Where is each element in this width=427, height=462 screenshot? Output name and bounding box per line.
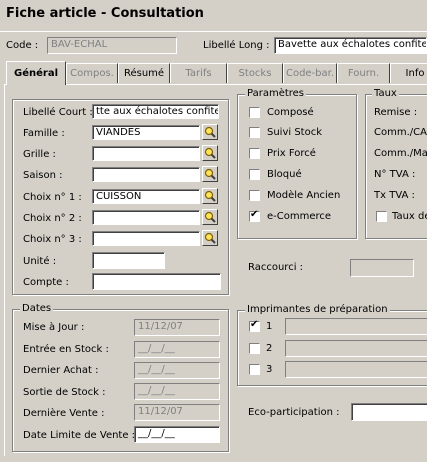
suivi-stock-checkbox[interactable]	[249, 127, 260, 138]
raccourci-label: Raccourci :	[248, 262, 304, 273]
eco-participation-label: Eco-participation :	[248, 407, 340, 418]
code-label: Code :	[6, 40, 39, 51]
imprimante-3-number: 3	[266, 364, 273, 375]
entree-stock-field[interactable]: __/__/__	[134, 341, 220, 358]
eco-participation-field[interactable]	[351, 403, 427, 421]
code-field[interactable]: BAV-ECHAL	[47, 37, 177, 54]
dernier-achat-field[interactable]: __/__/__	[134, 362, 220, 379]
tab-general[interactable]: Général	[6, 61, 66, 85]
choix3-label: Choix n° 3 :	[23, 234, 82, 245]
choix2-field[interactable]	[92, 210, 200, 225]
parametres-group-title: Paramètres	[245, 88, 307, 99]
entree-stock-label: Entrée en Stock :	[23, 344, 109, 355]
date-limite-field[interactable]: __/__/__	[134, 426, 220, 443]
choix2-label: Choix n° 2 :	[23, 213, 82, 224]
famille-label: Famille :	[23, 128, 65, 139]
imprimantes-group-title: Imprimantes de préparation	[245, 304, 390, 315]
tab-info[interactable]: Info	[390, 63, 427, 83]
unite-field[interactable]	[92, 252, 165, 269]
famille-field[interactable]: VIANDES	[92, 125, 200, 140]
derniere-vente-field[interactable]: 11/12/07	[134, 404, 220, 421]
bloque-checkbox[interactable]	[249, 169, 260, 180]
choix1-label: Choix n° 1 :	[23, 192, 82, 203]
saison-search-button[interactable]	[202, 166, 218, 182]
window-title: Fiche article - Consultation	[6, 6, 204, 21]
tab-strip: Général Compos. Résumé Tarifs Stocks Cod…	[0, 61, 427, 85]
derniere-vente-label: Dernière Vente :	[23, 408, 105, 419]
checkmark-icon: ✔	[250, 209, 259, 220]
imprimante-1-number: 1	[266, 321, 273, 332]
sortie-stock-field[interactable]: __/__/__	[134, 383, 220, 400]
dates-group-title: Dates	[20, 303, 54, 314]
libelle-court-label: Libellé Court :	[23, 107, 93, 118]
libelle-long-field[interactable]: Bavette aux échalotes confites	[274, 37, 427, 54]
famille-search-button[interactable]	[202, 124, 218, 140]
libelle-court-field[interactable]: tte aux échalotes confites	[92, 104, 219, 119]
tab-tarifs[interactable]: Tarifs	[170, 63, 227, 83]
choix1-field[interactable]: CUISSON	[92, 189, 200, 204]
modele-ancien-checkbox[interactable]	[249, 190, 260, 201]
taux-group-title: Taux	[372, 88, 399, 99]
grille-field[interactable]	[92, 146, 200, 161]
compte-label: Compte :	[23, 277, 69, 288]
choix3-search-button[interactable]	[202, 230, 218, 246]
search-icon	[204, 190, 216, 202]
imprimante-2-field[interactable]	[285, 340, 427, 357]
imprimante-1-checkbox[interactable]: ✔	[249, 319, 260, 332]
saison-field[interactable]	[92, 167, 200, 182]
search-icon	[204, 147, 216, 159]
taux-de-checkbox[interactable]	[376, 211, 387, 222]
tab-compos[interactable]: Compos.	[66, 63, 118, 83]
imprimante-3-checkbox[interactable]	[249, 364, 260, 375]
tab-stocks[interactable]: Stocks	[227, 63, 283, 83]
suivi-stock-label: Suivi Stock	[267, 127, 323, 138]
compose-label: Composé	[267, 107, 314, 118]
modele-ancien-label: Modèle Ancien	[267, 190, 341, 201]
search-icon	[204, 168, 216, 180]
tab-fourn[interactable]: Fourn.	[337, 63, 390, 83]
libelle-long-label: Libellé Long :	[203, 40, 270, 51]
search-icon	[204, 211, 216, 223]
e-commerce-checkbox[interactable]: ✔	[249, 209, 260, 222]
date-limite-label: Date Limite de Vente :	[23, 430, 136, 441]
title-bar: Fiche article - Consultation	[0, 0, 427, 32]
remise-label: Remise :	[374, 107, 418, 118]
saison-label: Saison :	[23, 170, 63, 181]
search-icon	[204, 232, 216, 244]
compte-field[interactable]	[92, 273, 221, 290]
checkmark-icon: ✔	[250, 319, 259, 330]
prix-force-checkbox[interactable]	[249, 148, 260, 159]
grille-label: Grille :	[23, 149, 56, 160]
imprimante-2-number: 2	[266, 343, 273, 354]
choix1-search-button[interactable]	[202, 188, 218, 204]
prix-force-label: Prix Forcé	[267, 148, 316, 159]
sortie-stock-label: Sortie de Stock :	[23, 387, 106, 398]
dernier-achat-label: Dernier Achat :	[23, 365, 99, 376]
txtva-label: Tx TVA :	[374, 190, 415, 201]
search-icon	[204, 126, 216, 138]
unite-label: Unité :	[23, 256, 57, 267]
choix2-search-button[interactable]	[202, 209, 218, 225]
raccourci-field[interactable]	[350, 259, 414, 277]
taux-de-label: Taux de	[392, 211, 427, 222]
e-commerce-label: e-Commerce	[267, 211, 332, 222]
tab-code-bar[interactable]: Code-bar.	[283, 63, 337, 83]
imprimante-1-field[interactable]	[285, 318, 427, 335]
imprimante-3-field[interactable]	[285, 361, 427, 378]
grille-search-button[interactable]	[202, 145, 218, 161]
comm-ca-label: Comm./CA	[374, 127, 427, 138]
comm-ma-label: Comm./Ma	[374, 148, 427, 159]
bloque-label: Bloqué	[267, 169, 302, 180]
ntva-label: N° TVA :	[374, 169, 416, 180]
compose-checkbox[interactable]	[249, 107, 260, 118]
mise-a-jour-label: Mise à Jour :	[23, 322, 85, 333]
imprimante-2-checkbox[interactable]	[249, 343, 260, 354]
tab-resume[interactable]: Résumé	[118, 63, 170, 83]
choix3-field[interactable]	[92, 231, 200, 246]
mise-a-jour-field[interactable]: 11/12/07	[134, 319, 220, 336]
